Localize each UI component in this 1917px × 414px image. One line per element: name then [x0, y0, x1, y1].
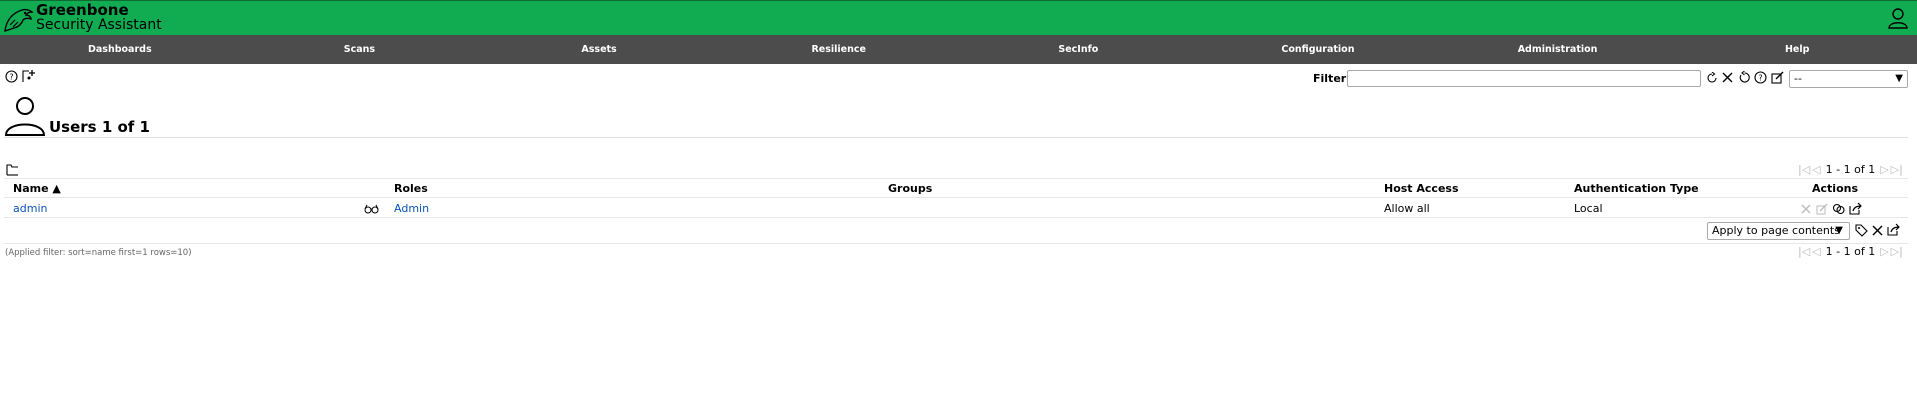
brand-name: Greenbone [36, 1, 129, 19]
header-bar: Greenbone Security Assistant [0, 0, 1917, 35]
applied-filter-text: (Applied filter: sort=name first=1 rows=… [5, 248, 192, 258]
delete-icon[interactable] [1800, 203, 1812, 215]
nav-resilience[interactable]: Resilience [719, 35, 959, 64]
pagination-bottom: |◁ ◁ 1 - 1 of 1 ▷ ▷| [1798, 245, 1903, 258]
column-header-name[interactable]: Name ▲ [13, 182, 61, 195]
chevron-down-icon: ▼ [1895, 73, 1903, 84]
bulk-delete-icon[interactable] [1871, 224, 1884, 237]
tag-icon[interactable] [1855, 224, 1868, 237]
filter-select-value: -- [1794, 72, 1802, 85]
greenbone-logo-icon[interactable] [2, 3, 34, 35]
nav-configuration[interactable]: Configuration [1198, 35, 1438, 64]
table-bottom-border [4, 243, 1908, 244]
filter-help-icon[interactable]: ? [1754, 71, 1767, 84]
filter-select[interactable]: -- ▼ [1789, 70, 1908, 88]
observer-glasses-icon [364, 204, 379, 214]
nav-help[interactable]: Help [1677, 35, 1917, 64]
user-menu-icon[interactable] [1887, 7, 1909, 29]
refresh-filter-icon[interactable] [1706, 72, 1718, 84]
edit-icon[interactable] [1816, 203, 1828, 215]
edit-filter-icon[interactable] [1771, 71, 1784, 84]
title-divider [4, 137, 1908, 138]
column-header-groups[interactable]: Groups [888, 182, 932, 195]
bulk-action-select[interactable]: Apply to page contents ▼ [1707, 222, 1850, 240]
last-page-icon[interactable]: ▷| [1891, 245, 1903, 258]
filter-label: Filter [1313, 72, 1347, 85]
first-page-icon[interactable]: |◁ [1798, 245, 1810, 258]
main-nav: Dashboards Scans Assets Resilience SecIn… [0, 35, 1917, 64]
bulk-action-value: Apply to page contents [1712, 224, 1840, 237]
bulk-export-icon[interactable] [1887, 223, 1900, 236]
chevron-down-icon: ▼ [1835, 225, 1843, 236]
previous-page-icon[interactable]: ◁ [1812, 245, 1820, 258]
user-auth-type: Local [1574, 202, 1603, 215]
column-header-roles[interactable]: Roles [394, 182, 428, 195]
previous-page-icon[interactable]: ◁ [1812, 163, 1820, 176]
svg-text:?: ? [9, 73, 13, 82]
table-top-border [4, 178, 1908, 179]
header-divider [4, 197, 1908, 198]
pagination-top: |◁ ◁ 1 - 1 of 1 ▷ ▷| [1798, 163, 1903, 176]
next-page-icon[interactable]: ▷ [1880, 163, 1888, 176]
pagination-text: 1 - 1 of 1 [1825, 163, 1876, 176]
reset-filter-icon[interactable] [1738, 71, 1751, 84]
user-host-access: Allow all [1384, 202, 1430, 215]
page-title: Users 1 of 1 [49, 118, 150, 136]
export-icon[interactable] [1849, 202, 1862, 215]
column-header-actions: Actions [1812, 182, 1858, 195]
brand-subtitle: Security Assistant [36, 17, 162, 33]
folder-icon[interactable] [6, 164, 19, 176]
new-user-icon[interactable] [21, 69, 35, 83]
nav-assets[interactable]: Assets [479, 35, 719, 64]
nav-secinfo[interactable]: SecInfo [959, 35, 1199, 64]
first-page-icon[interactable]: |◁ [1798, 163, 1810, 176]
last-page-icon[interactable]: ▷| [1891, 163, 1903, 176]
column-header-host-access[interactable]: Host Access [1384, 182, 1459, 195]
help-icon[interactable]: ? [5, 70, 18, 83]
svg-text:?: ? [1758, 74, 1762, 83]
column-header-auth-type[interactable]: Authentication Type [1574, 182, 1699, 195]
clone-icon[interactable] [1832, 203, 1845, 215]
clear-filter-icon[interactable] [1721, 71, 1734, 84]
nav-administration[interactable]: Administration [1438, 35, 1678, 64]
pagination-text: 1 - 1 of 1 [1825, 245, 1876, 258]
nav-scans[interactable]: Scans [240, 35, 480, 64]
user-name-link[interactable]: admin [13, 202, 47, 215]
filter-input[interactable] [1347, 70, 1701, 87]
nav-dashboards[interactable]: Dashboards [0, 35, 240, 64]
user-role-link[interactable]: Admin [394, 202, 429, 215]
next-page-icon[interactable]: ▷ [1880, 245, 1888, 258]
users-section-icon [4, 95, 46, 137]
row-divider [4, 217, 1908, 218]
